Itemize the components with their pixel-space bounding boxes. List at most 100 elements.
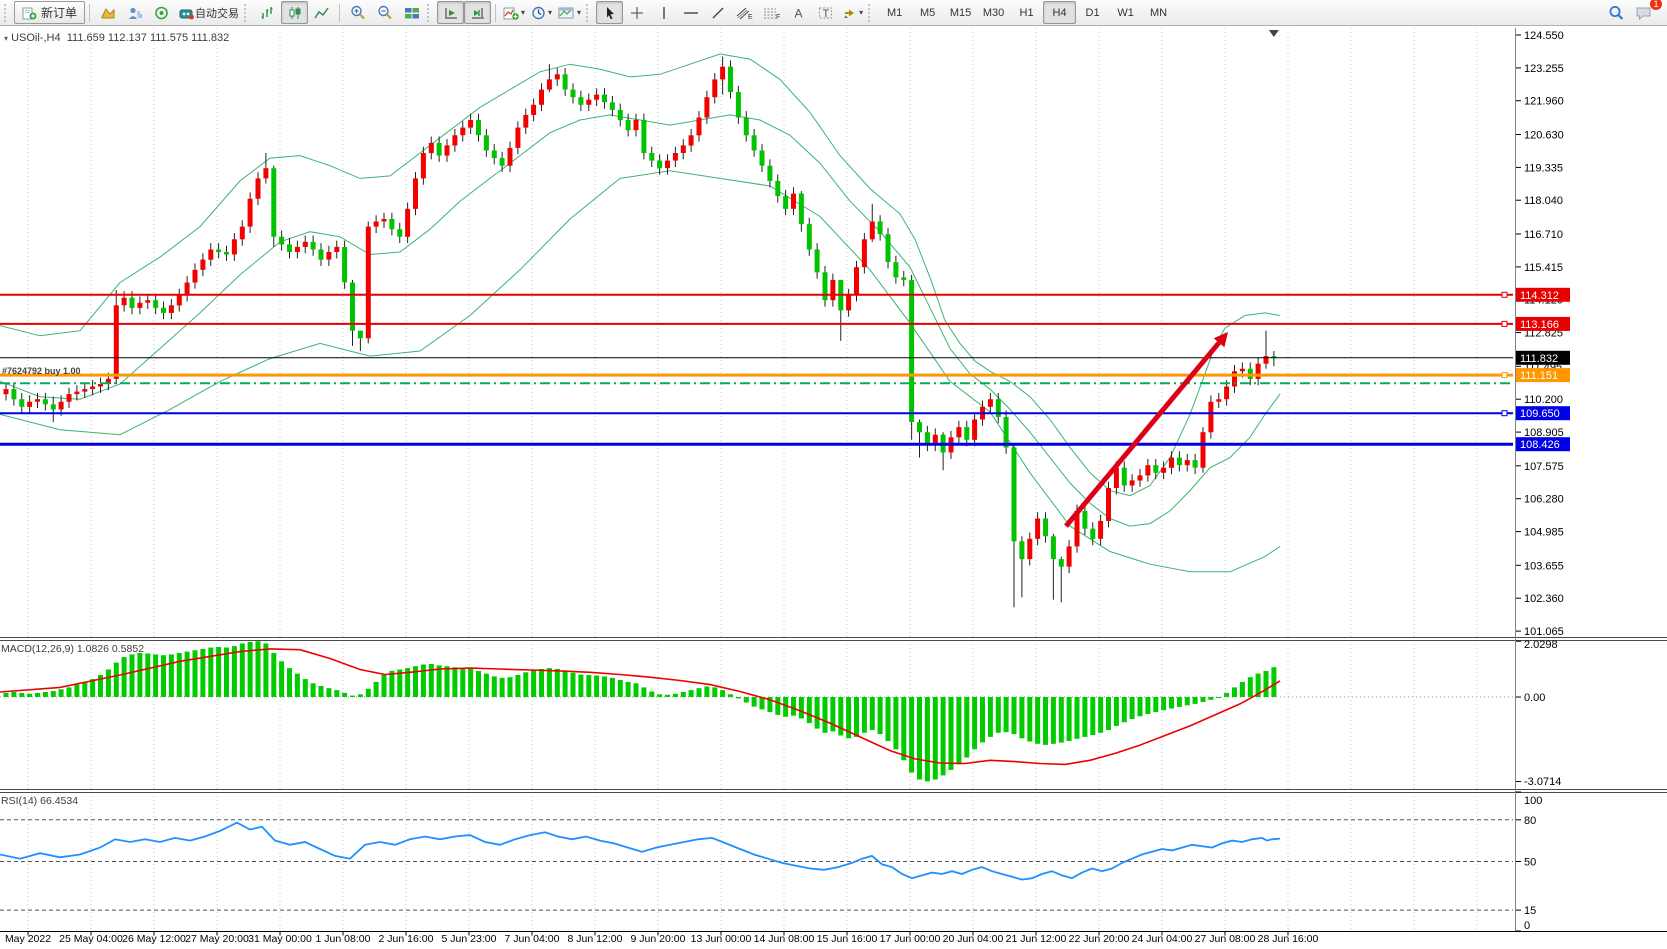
svg-text:1 Jun 08:00: 1 Jun 08:00 xyxy=(316,933,371,944)
svg-text:103.655: 103.655 xyxy=(1524,560,1564,572)
svg-text:T: T xyxy=(823,8,830,20)
chart-bars-button[interactable] xyxy=(254,1,281,24)
svg-text:E: E xyxy=(748,14,753,20)
svg-text:8 Jun 12:00: 8 Jun 12:00 xyxy=(568,933,623,944)
svg-text:15: 15 xyxy=(1524,905,1536,917)
hline-handle[interactable] xyxy=(1502,321,1507,326)
text-label-icon: T xyxy=(818,6,833,20)
timeframe-D1[interactable]: D1 xyxy=(1076,1,1109,24)
auto-trading-button[interactable]: 自动交易 xyxy=(175,1,242,24)
search-button[interactable] xyxy=(1603,1,1630,24)
svg-text:104.985: 104.985 xyxy=(1524,527,1564,539)
timeframe-H1[interactable]: H1 xyxy=(1010,1,1043,24)
svg-text:27 Jun 08:00: 27 Jun 08:00 xyxy=(1195,933,1256,944)
new-order-button[interactable]: 新订单 xyxy=(14,1,85,24)
svg-text:2.0298: 2.0298 xyxy=(1524,639,1558,651)
symbol-ohlc-label: ▾ USOil-,H4 111.659 112.137 111.575 111.… xyxy=(4,32,229,44)
crosshair-tool-button[interactable] xyxy=(623,1,650,24)
market-watch-icon xyxy=(127,6,143,20)
chart-area[interactable]: 124.550123.255121.960120.630119.335118.0… xyxy=(0,26,1667,944)
dropdown-caret: ▾ xyxy=(548,8,552,17)
zoom-out-icon xyxy=(377,5,393,20)
fibonacci-icon: F xyxy=(763,6,780,20)
svg-text:100: 100 xyxy=(1524,795,1542,807)
templates-button[interactable]: ▾ xyxy=(555,1,584,24)
svg-text:107.575: 107.575 xyxy=(1524,461,1564,473)
chart-line-button[interactable] xyxy=(308,1,335,24)
hline-handle[interactable] xyxy=(1502,373,1507,378)
svg-text:113.166: 113.166 xyxy=(1520,319,1559,331)
trendline-tool-button[interactable] xyxy=(704,1,731,24)
market-watch-button[interactable] xyxy=(121,1,148,24)
svg-text:116.710: 116.710 xyxy=(1524,229,1563,241)
svg-text:26 May 12:00: 26 May 12:00 xyxy=(122,933,186,944)
signals-button[interactable] xyxy=(148,1,175,24)
svg-text:123.255: 123.255 xyxy=(1524,63,1564,75)
svg-text:7 Jun 04:00: 7 Jun 04:00 xyxy=(505,933,560,944)
symbol-dropdown-icon[interactable]: ▾ xyxy=(4,34,8,43)
timeframe-M5[interactable]: M5 xyxy=(911,1,944,24)
line-chart-icon xyxy=(314,6,330,20)
notification-badge: 1 xyxy=(1650,0,1662,10)
hline-handle[interactable] xyxy=(1502,292,1507,297)
svg-text:F: F xyxy=(776,14,780,20)
cursor-tool-button[interactable] xyxy=(596,1,623,24)
svg-text:25 May 04:00: 25 May 04:00 xyxy=(59,933,123,944)
indicators-button[interactable]: ▾ xyxy=(500,1,528,24)
channel-tool-button[interactable]: E xyxy=(731,1,758,24)
profiles-button[interactable] xyxy=(94,1,121,24)
text-tool-button[interactable]: A xyxy=(785,1,812,24)
macd-indicator-label: MACD(12,26,9) 1.0826 0.5852 xyxy=(1,643,144,655)
svg-text:27 May 20:00: 27 May 20:00 xyxy=(185,933,249,944)
zoom-in-button[interactable] xyxy=(344,1,371,24)
svg-text:110.200: 110.200 xyxy=(1524,394,1563,406)
rsi-name: RSI(14) xyxy=(1,795,37,807)
svg-text:102.360: 102.360 xyxy=(1524,593,1564,605)
chart-shift-button[interactable] xyxy=(464,1,491,24)
hline-handle[interactable] xyxy=(1502,411,1507,416)
text-label-tool-button[interactable]: T xyxy=(812,1,839,24)
horizontal-line-tool-button[interactable] xyxy=(677,1,704,24)
timeframe-M30[interactable]: M30 xyxy=(977,1,1010,24)
toolbar-grip[interactable] xyxy=(586,4,592,22)
chart-canvas[interactable]: 124.550123.255121.960120.630119.335118.0… xyxy=(0,26,1667,944)
rsi-value: 66.4534 xyxy=(40,795,78,807)
toolbar-grip[interactable] xyxy=(868,4,874,22)
svg-text:May 2022: May 2022 xyxy=(5,933,51,944)
svg-text:24 Jun 04:00: 24 Jun 04:00 xyxy=(1132,933,1193,944)
arrows-tool-button[interactable]: ▾ xyxy=(839,1,866,24)
ohlc-open: 111.659 xyxy=(67,32,105,44)
zoom-out-button[interactable] xyxy=(371,1,398,24)
fibonacci-tool-button[interactable]: F xyxy=(758,1,785,24)
toolbar-grip[interactable] xyxy=(427,4,433,22)
signals-icon xyxy=(154,6,169,20)
periods-button[interactable]: ▾ xyxy=(528,1,555,24)
vertical-line-tool-button[interactable] xyxy=(650,1,677,24)
timeframe-M1[interactable]: M1 xyxy=(878,1,911,24)
macd-main-value: 1.0826 xyxy=(77,643,109,655)
tile-windows-button[interactable] xyxy=(398,1,425,24)
toolbar-grip[interactable] xyxy=(244,4,250,22)
timeframe-MN[interactable]: MN xyxy=(1142,1,1175,24)
svg-text:13 Jun 00:00: 13 Jun 00:00 xyxy=(691,933,752,944)
svg-text:A: A xyxy=(795,6,803,20)
indicators-icon xyxy=(503,6,519,20)
timeframe-W1[interactable]: W1 xyxy=(1109,1,1142,24)
chart-candles-button[interactable] xyxy=(281,1,308,24)
cursor-icon xyxy=(603,6,617,20)
svg-text:31 May 00:00: 31 May 00:00 xyxy=(248,933,312,944)
toolbar-grip[interactable] xyxy=(4,4,10,22)
svg-text:118.040: 118.040 xyxy=(1524,195,1563,207)
svg-text:0.00: 0.00 xyxy=(1524,692,1545,704)
symbol-name: USOil-,H4 xyxy=(11,32,61,44)
bar-chart-icon xyxy=(260,6,276,20)
svg-text:114.312: 114.312 xyxy=(1520,290,1559,302)
timeframe-H4[interactable]: H4 xyxy=(1043,1,1076,24)
timeframe-M15[interactable]: M15 xyxy=(944,1,977,24)
horizontal-line-icon xyxy=(683,6,699,20)
svg-text:120.630: 120.630 xyxy=(1524,130,1564,142)
svg-text:0: 0 xyxy=(1524,920,1530,932)
notifications-button[interactable]: 1 xyxy=(1630,1,1657,24)
auto-scroll-button[interactable] xyxy=(437,1,464,24)
svg-text:-3.0714: -3.0714 xyxy=(1524,776,1561,788)
